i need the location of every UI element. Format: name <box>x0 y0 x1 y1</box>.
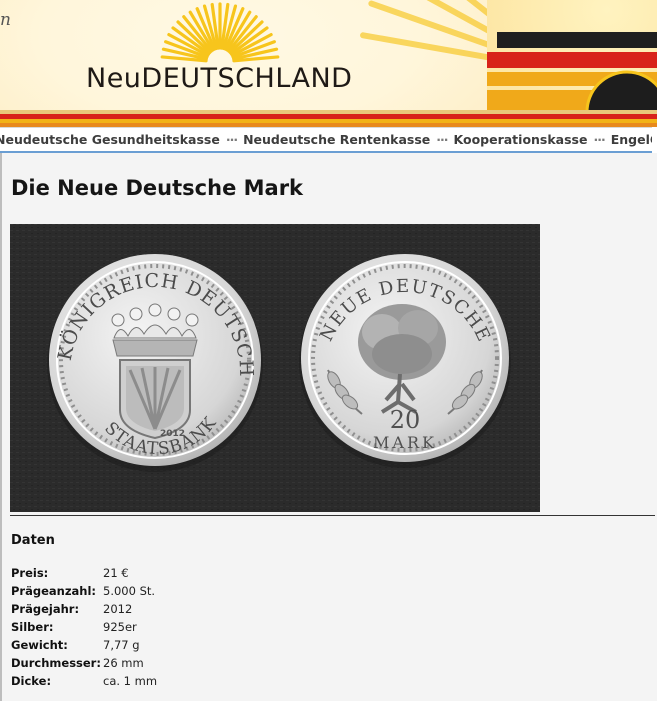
page-title: Die Neue Deutsche Mark <box>11 176 304 200</box>
nav-item-gesundheitskasse[interactable]: Neudeutsche Gesundheitskasse <box>0 132 220 147</box>
coin-photo: KÖNIGREICH DEUTSCHLAND STAATSBANK <box>10 224 540 512</box>
table-row: Prägejahr: 2012 <box>11 600 157 618</box>
site-header: n NeuDeutschland <box>0 0 657 127</box>
table-row: Preis: 21 € <box>11 564 157 582</box>
coin-right-value: 20 <box>390 406 421 434</box>
data-value: 925er <box>103 620 137 634</box>
data-label: Prägejahr: <box>11 602 80 616</box>
nav-item-rentenkasse[interactable]: Neudeutsche Rentenkasse <box>243 132 430 147</box>
data-value: 21 € <box>103 566 129 580</box>
data-value: 7,77 g <box>103 638 140 652</box>
table-row: Prägeanzahl: 5.000 St. <box>11 582 157 600</box>
data-label: Dicke: <box>11 674 52 688</box>
table-row: Dicke: ca. 1 mm <box>11 672 157 690</box>
data-value: 26 mm <box>103 656 144 670</box>
coin-right: NEUE DEUTSCHE 20 MARK <box>299 254 511 468</box>
site-logo[interactable]: NeuDeutschland <box>86 63 352 94</box>
table-row: Silber: 925er <box>11 618 157 636</box>
data-value: ca. 1 mm <box>103 674 158 688</box>
coin-right-unit: MARK <box>373 433 437 452</box>
data-section-title: Daten <box>11 533 55 548</box>
coin-data-table: Preis: 21 € Prägeanzahl: 5.000 St. Prägeja… <box>11 564 157 690</box>
table-row: Gewicht: 7,77 g <box>11 636 157 654</box>
nav-separator: ··· <box>593 132 605 147</box>
table-row: Durchmesser: 26 mm <box>11 654 157 672</box>
flag-stripes <box>0 110 657 127</box>
flag-sunset-graphic <box>487 0 657 115</box>
data-label: Preis: <box>11 566 49 580</box>
coin-left-year: 2012 <box>160 429 185 439</box>
logo-text-part2: Deutschland <box>141 63 353 94</box>
section-divider <box>10 515 655 516</box>
nav-separator: ··· <box>436 132 448 147</box>
data-label: Gewicht: <box>11 638 68 652</box>
data-value: 2012 <box>103 602 133 616</box>
data-label: Silber: <box>11 620 54 634</box>
data-value: 5.000 St. <box>103 584 156 598</box>
shield-icon <box>119 359 191 440</box>
data-label: Durchmesser: <box>11 656 101 670</box>
data-label: Prägeanzahl: <box>11 584 97 598</box>
nav-item-engelgeld[interactable]: EngelGeld <box>611 132 652 147</box>
logo-text-part1: Neu <box>86 63 142 94</box>
nav-item-kooperationskasse[interactable]: Kooperationskasse <box>454 132 588 147</box>
nav-separator: ··· <box>225 132 238 147</box>
top-nav: Neudeutsche Gesundheitskasse ··· Neudeutsc… <box>0 127 652 153</box>
